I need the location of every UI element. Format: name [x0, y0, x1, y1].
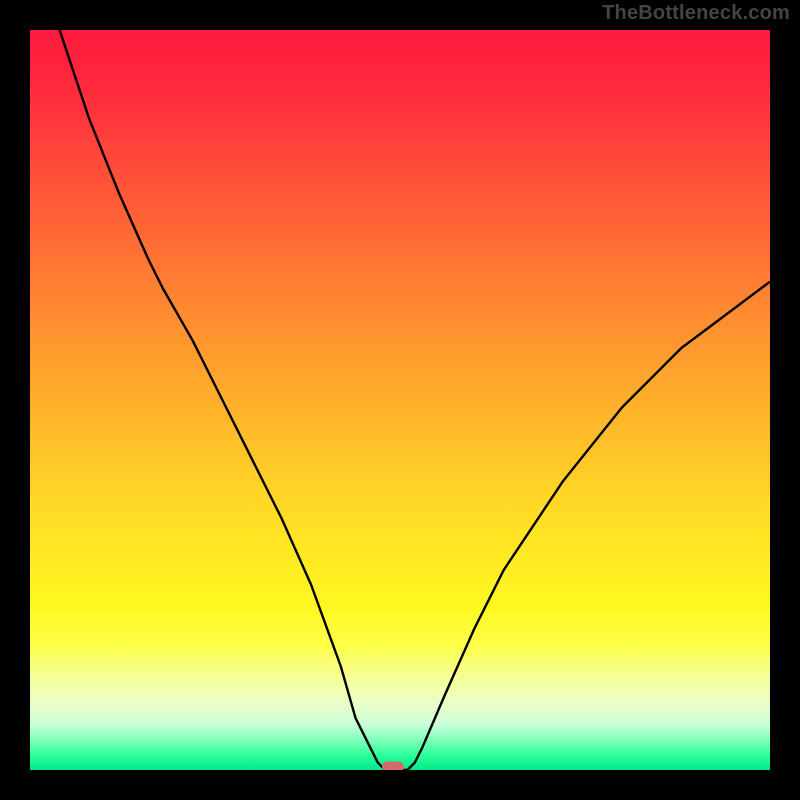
curve-svg	[30, 30, 770, 770]
bottleneck-curve	[30, 30, 770, 770]
plot-area	[30, 30, 770, 770]
chart-stage: TheBottleneck.com	[0, 0, 800, 800]
optimal-marker	[382, 762, 404, 771]
watermark-text: TheBottleneck.com	[602, 2, 790, 25]
